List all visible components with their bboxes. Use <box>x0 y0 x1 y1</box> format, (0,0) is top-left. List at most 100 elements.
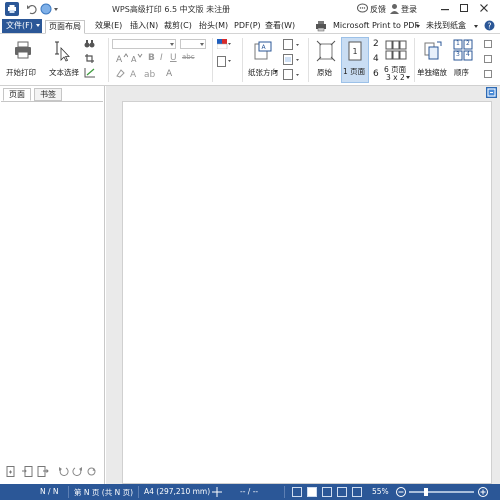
printer-icon <box>13 40 33 62</box>
app-logo-icon[interactable] <box>5 2 19 16</box>
close-icon[interactable] <box>476 0 492 16</box>
option-checkbox-2[interactable] <box>484 55 492 63</box>
page-info: 第 N 页 (共 N 页) <box>74 488 133 497</box>
margins-icon[interactable] <box>283 39 299 52</box>
tab-view[interactable]: 查看(W) <box>262 20 298 34</box>
tab-crop[interactable]: 裁剪(C) <box>161 20 195 34</box>
printer-select-value: Microsoft Print to PDF <box>333 21 420 30</box>
option-checkbox-3[interactable] <box>484 70 492 78</box>
crop-icon[interactable] <box>84 53 95 66</box>
font-size-combo[interactable] <box>180 39 206 49</box>
feedback-icon[interactable] <box>357 3 368 16</box>
chart-edit-icon[interactable] <box>84 67 96 80</box>
undo-icon[interactable] <box>26 3 38 15</box>
tab-bookmarks[interactable]: 书签 <box>34 88 62 101</box>
binoculars-icon[interactable] <box>84 39 95 51</box>
export-page-icon[interactable] <box>37 466 49 479</box>
zoom-slider[interactable] <box>409 491 474 493</box>
user-icon[interactable] <box>389 3 400 16</box>
svg-text:A: A <box>116 55 123 63</box>
text-fill-icon[interactable]: A <box>130 68 142 80</box>
zoom-slider-thumb[interactable] <box>424 488 428 496</box>
font-color-icon[interactable]: A <box>166 68 176 80</box>
refresh-icon[interactable] <box>86 466 97 479</box>
tab-effect[interactable]: 效果(E) <box>92 20 125 34</box>
font-grow-icon[interactable]: A <box>116 53 129 65</box>
page-color-icon[interactable] <box>216 39 231 51</box>
printer-select[interactable]: Microsoft Print to PDF <box>330 19 422 33</box>
order-button[interactable]: 1 2 3 4 顺序 <box>451 38 475 82</box>
orientation-button[interactable]: A 纸张方向 <box>246 38 280 82</box>
rotate-left-icon[interactable] <box>58 466 69 479</box>
view-page-icon[interactable] <box>307 487 317 497</box>
ribbon-separator <box>108 38 109 82</box>
crosshair-icon <box>212 487 222 499</box>
text-cursor-icon <box>52 40 72 64</box>
paper-tray-value: 未找到纸盒 <box>426 21 466 30</box>
svg-text:A: A <box>130 70 137 78</box>
multi-page-button[interactable]: 6 页面 3 x 2 <box>382 38 412 82</box>
page-grid-icon <box>385 40 407 62</box>
bold-icon[interactable]: B <box>148 53 155 63</box>
original-button[interactable]: 原始 <box>313 38 339 82</box>
feedback-link[interactable]: 反馈 <box>370 4 386 15</box>
left-panel-divider <box>1 101 103 102</box>
rotate-right-icon[interactable] <box>72 466 83 479</box>
zoom-pages-icon <box>423 40 443 64</box>
svg-text:A: A <box>131 55 137 63</box>
minimize-icon[interactable] <box>437 0 453 16</box>
individual-zoom-button[interactable]: 单独缩放 <box>417 38 449 82</box>
strikethrough-icon[interactable]: abc <box>182 53 195 61</box>
start-print-button[interactable]: 开始打印 <box>4 38 42 82</box>
paper-size-info: A4 (297,210 mm) <box>144 487 211 496</box>
view-grid-icon[interactable] <box>337 487 347 497</box>
view-thumbnail-icon[interactable] <box>352 487 362 497</box>
svg-text:?: ? <box>487 21 491 30</box>
paper-size-icon[interactable] <box>283 54 299 67</box>
quick-access-globe-icon[interactable] <box>40 3 52 15</box>
ribbon-separator <box>242 38 243 82</box>
font-shrink-icon[interactable]: A <box>131 53 143 65</box>
file-menu-button[interactable]: 文件(F) <box>2 19 42 33</box>
four-pages-button[interactable]: 4 <box>373 54 379 64</box>
file-menu-label: 文件(F) <box>6 21 33 30</box>
help-icon[interactable]: ? <box>484 20 495 33</box>
login-link[interactable]: 登录 <box>401 4 417 15</box>
panel-toggle-icon[interactable] <box>486 87 497 98</box>
zoom-level: 55% <box>372 487 389 496</box>
font-name-combo[interactable] <box>112 39 176 49</box>
option-checkbox-1[interactable] <box>484 40 492 48</box>
highlight-icon[interactable] <box>115 68 127 80</box>
italic-icon[interactable]: I <box>160 53 163 63</box>
view-two-page-icon[interactable] <box>322 487 332 497</box>
maximize-icon[interactable] <box>456 0 472 16</box>
zoom-out-icon[interactable] <box>396 487 406 499</box>
preview-page <box>122 101 492 484</box>
tab-pdf[interactable]: PDF(P) <box>231 20 264 34</box>
insert-page-icon[interactable] <box>22 466 34 479</box>
new-page-icon[interactable] <box>6 466 16 479</box>
underline-icon[interactable]: U <box>170 53 177 63</box>
status-bar: N / N 第 N 页 (共 N 页) A4 (297,210 mm) -- /… <box>0 484 500 500</box>
tab-header[interactable]: 抬头(M) <box>196 20 231 34</box>
page-border-icon[interactable] <box>217 56 231 69</box>
text-select-label: 文本选择 <box>49 68 79 77</box>
chevron-down-icon <box>36 24 40 27</box>
one-page-button[interactable]: 1 1 页面 <box>341 37 369 83</box>
quick-access-dropdown-icon[interactable] <box>53 3 59 15</box>
zoom-in-icon[interactable] <box>478 487 488 499</box>
tab-pages[interactable]: 页面 <box>3 88 31 101</box>
order-num-2: 2 <box>466 40 470 47</box>
view-single-icon[interactable] <box>292 487 302 497</box>
title-bar: WPS高级打印 6.5 中文版 未注册 反馈 登录 <box>0 0 500 18</box>
tab-page-layout[interactable]: 页面布局 <box>45 20 85 34</box>
tab-insert[interactable]: 插入(N) <box>127 20 161 34</box>
start-print-label: 开始打印 <box>6 68 36 77</box>
six-pages-button[interactable]: 6 <box>373 69 379 79</box>
text-effect-icon[interactable]: ab <box>144 68 158 80</box>
paper-tray-select[interactable]: 未找到纸盒 <box>426 19 478 33</box>
layout-options-icon[interactable] <box>283 69 299 82</box>
two-pages-button[interactable]: 2 <box>373 39 379 49</box>
chevron-down-icon <box>406 76 410 79</box>
text-select-button[interactable]: 文本选择 <box>46 38 80 82</box>
